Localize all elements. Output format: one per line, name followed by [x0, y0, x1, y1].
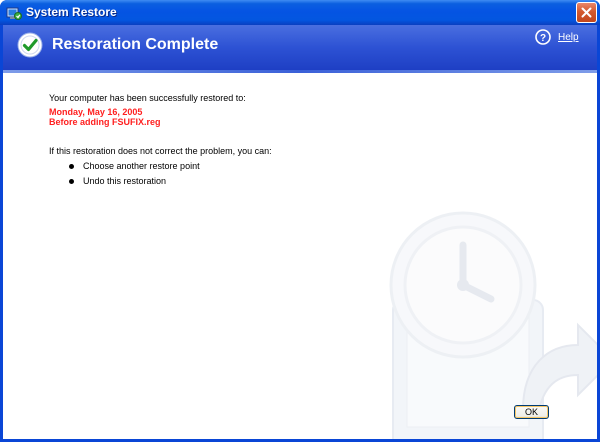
system-restore-icon: [6, 7, 22, 20]
problem-text: If this restoration does not correct the…: [49, 146, 272, 156]
svg-text:?: ?: [540, 33, 546, 44]
help-icon[interactable]: ?: [535, 29, 551, 45]
window-title: System Restore: [26, 5, 117, 19]
page-title: Restoration Complete: [52, 36, 219, 53]
header-divider: [3, 70, 597, 73]
close-icon: [581, 7, 592, 18]
title-bar[interactable]: System Restore: [0, 0, 600, 25]
option-undo: Undo this restoration: [69, 176, 200, 191]
help-link[interactable]: Help: [558, 32, 579, 43]
option-label: Undo this restoration: [83, 176, 167, 186]
options-list: Choose another restore point Undo this r…: [69, 161, 200, 191]
intro-text: Your computer has been successfully rest…: [49, 93, 246, 103]
option-label: Choose another restore point: [83, 161, 200, 171]
restore-point-description: Before adding FSUFIX.reg: [49, 117, 161, 127]
restore-watermark-icon: [389, 211, 597, 439]
close-button[interactable]: [576, 2, 597, 23]
system-restore-window: System Restore Restoration Complete ? He…: [0, 0, 600, 442]
dialog-body: Restoration Complete ? Help Your compute…: [3, 25, 597, 439]
bullet: [69, 164, 74, 169]
check-icon: [17, 32, 43, 58]
header-banner: Restoration Complete ? Help: [3, 25, 597, 70]
restore-point-date: Monday, May 16, 2005: [49, 107, 143, 117]
ok-button[interactable]: OK: [514, 405, 549, 419]
bullet: [69, 179, 74, 184]
option-choose-another: Choose another restore point: [69, 161, 200, 176]
